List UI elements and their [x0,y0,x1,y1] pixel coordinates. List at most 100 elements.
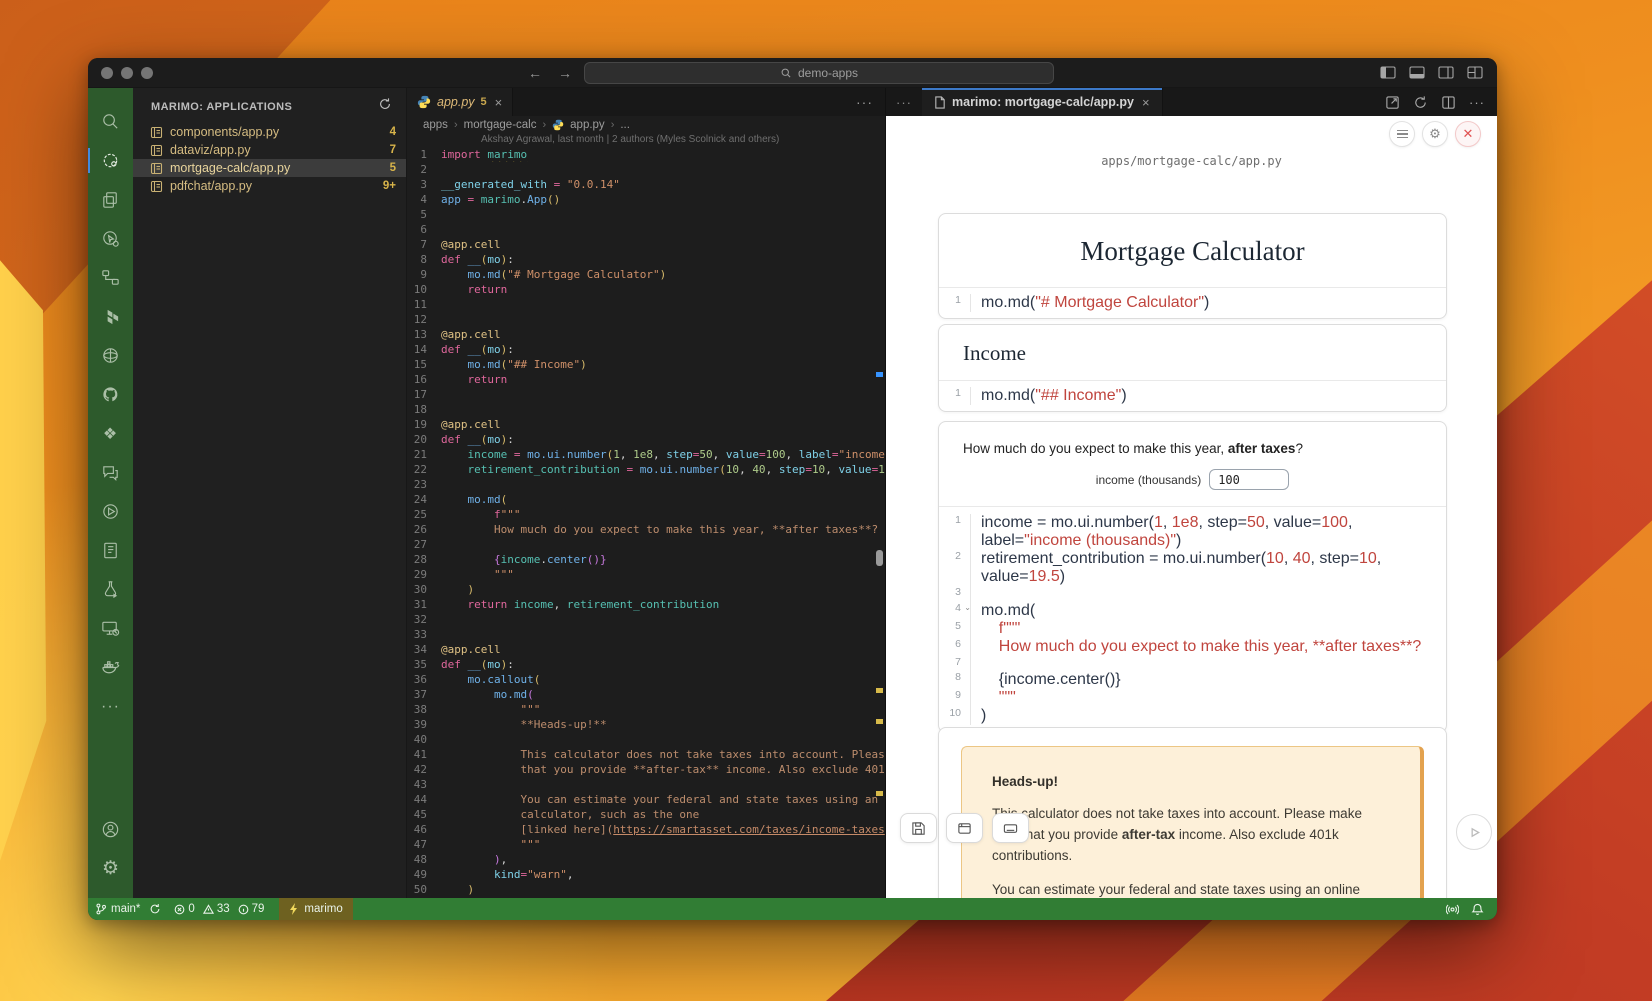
account-icon[interactable] [88,810,133,849]
refresh-icon[interactable] [378,97,392,116]
file-name: dataviz/app.py [170,143,390,157]
copy-files-icon[interactable] [88,180,133,219]
bell-icon[interactable] [1471,903,1484,916]
close-window-button[interactable] [101,67,113,79]
maximize-window-button[interactable] [141,67,153,79]
tab-marimo-preview[interactable]: marimo: mortgage-calc/app.py × [922,88,1163,116]
diagnostics-item[interactable]: 0 33 79 [168,898,275,920]
info-count: 79 [252,903,265,915]
keyboard-shortcuts-button[interactable] [992,813,1029,843]
menu-button[interactable] [1389,121,1415,147]
broadcast-icon[interactable] [1446,903,1459,916]
run-circle-icon[interactable] [88,492,133,531]
marimo-app-file-icon [150,162,163,175]
refresh-icon[interactable] [1413,95,1428,110]
tab-app-py[interactable]: app.py 5 × [407,88,513,116]
branch-name: main* [111,903,140,915]
marimo-label: marimo [304,903,342,915]
code-line: 2 [407,162,885,177]
more-icon[interactable]: ··· [88,687,133,726]
file-name: components/app.py [170,125,390,139]
cell-code[interactable]: 1mo.md("# Mortgage Calculator") [939,288,1446,318]
sidebar-file-item[interactable]: components/app.py4 [133,123,406,141]
docker-icon[interactable] [88,648,133,687]
python-icon [552,119,564,131]
panel-left-icon[interactable] [1380,65,1396,80]
minimize-window-button[interactable] [121,67,133,79]
git-blame-annotation: Akshay Agrawal, last month | 2 authors (… [407,134,885,147]
github-icon[interactable] [88,375,133,414]
more-icon[interactable]: ··· [1469,95,1485,110]
traffic-lights[interactable] [101,67,153,79]
breadcrumb-item[interactable]: mortgage-calc [464,119,537,131]
fold-icon[interactable]: ⌄ [964,603,971,612]
info-icon [238,904,249,915]
preview-code-line: 5 f""" [939,620,1446,638]
marimo-explorer-icon[interactable] [88,141,133,180]
error-icon [174,904,185,915]
code-line: 14def __(mo): [407,342,885,357]
breadcrumb[interactable]: apps› mortgage-calc› app.py› ... [407,116,885,134]
shutdown-button[interactable]: ✕ [1455,121,1481,147]
editor-tabbar: app.py 5 × ··· [407,88,885,116]
terraform-icon[interactable] [88,297,133,336]
code-line: 9 mo.md("# Mortgage Calculator") [407,267,885,282]
back-button[interactable]: ← [528,64,542,82]
overview-ruler-mark [876,719,883,724]
run-all-button[interactable] [1456,814,1492,850]
cell-card-title: Mortgage Calculator 1mo.md("# Mortgage C… [938,213,1447,319]
tab-label: app.py [437,95,475,109]
cell-card-question: How much do you expect to make this year… [938,421,1447,733]
git-branch-item[interactable]: main* [88,898,168,920]
sidebar-file-item[interactable]: mortgage-calc/app.py5 [133,159,406,177]
code-line: 22 retirement_contribution = mo.ui.numbe… [407,462,885,477]
tab-overflow-more[interactable]: ··· [886,88,922,116]
income-number-input[interactable] [1209,469,1289,490]
notebook-icon[interactable] [88,531,133,570]
panel-bottom-icon[interactable] [1409,65,1425,80]
callout-heading: Heads-up! [992,774,1390,789]
scrollbar-thumb[interactable] [876,550,883,566]
test-explorer-icon[interactable] [88,570,133,609]
code-line: 12 [407,312,885,327]
comments-icon[interactable] [88,453,133,492]
overview-ruler-mark [876,372,883,377]
split-editor-icon[interactable] [1441,95,1456,110]
settings-gear-icon[interactable]: ⚙ [88,849,133,888]
layout-customize-icon[interactable] [1467,65,1483,80]
search-icon[interactable] [88,102,133,141]
callout-paragraph: This calculator does not take taxes into… [992,804,1390,867]
sidebar-file-item[interactable]: dataviz/app.py7 [133,141,406,159]
open-browser-button[interactable] [946,813,983,843]
breadcrumb-item[interactable]: ... [620,119,630,131]
forward-button[interactable]: → [558,64,572,82]
marimo-status-item[interactable]: marimo [279,898,352,920]
remote-monitor-icon[interactable] [88,609,133,648]
sidebar-file-item[interactable]: pdfchat/app.py9+ [133,177,406,195]
code-line: 40 [407,732,885,747]
breadcrumb-item[interactable]: app.py [570,119,605,131]
code-line: 11 [407,297,885,312]
cell-code[interactable]: 1income = mo.ui.number(1, 1e8, step=50, … [939,507,1446,732]
command-center-search[interactable]: demo-apps [584,62,1054,84]
save-button[interactable] [900,813,937,843]
editor-more-actions[interactable]: ··· [856,88,885,116]
close-icon[interactable]: × [1142,95,1150,110]
code-line: 21 income = mo.ui.number(1, 1e8, step=50… [407,447,885,462]
run-inspect-icon[interactable] [88,219,133,258]
panel-right-icon[interactable] [1438,65,1454,80]
webhook-icon[interactable] [88,336,133,375]
components-icon[interactable] [88,258,133,297]
settings-button[interactable]: ⚙ [1422,121,1448,147]
file-icon [934,96,946,109]
open-external-icon[interactable] [1385,95,1400,110]
keyboard-icon [1003,821,1018,836]
code-editor[interactable]: 1import marimo23__generated_with = "0.0.… [407,147,885,898]
preview-code-line: 2retirement_contribution = mo.ui.number(… [939,550,1446,586]
breadcrumb-item[interactable]: apps [423,119,448,131]
close-icon[interactable]: × [495,95,503,110]
code-line: 1import marimo [407,147,885,162]
search-icon [780,67,792,79]
extensions-diamonds-icon[interactable]: ❖ [88,414,133,453]
cell-code[interactable]: 1mo.md("## Income") [939,381,1446,411]
